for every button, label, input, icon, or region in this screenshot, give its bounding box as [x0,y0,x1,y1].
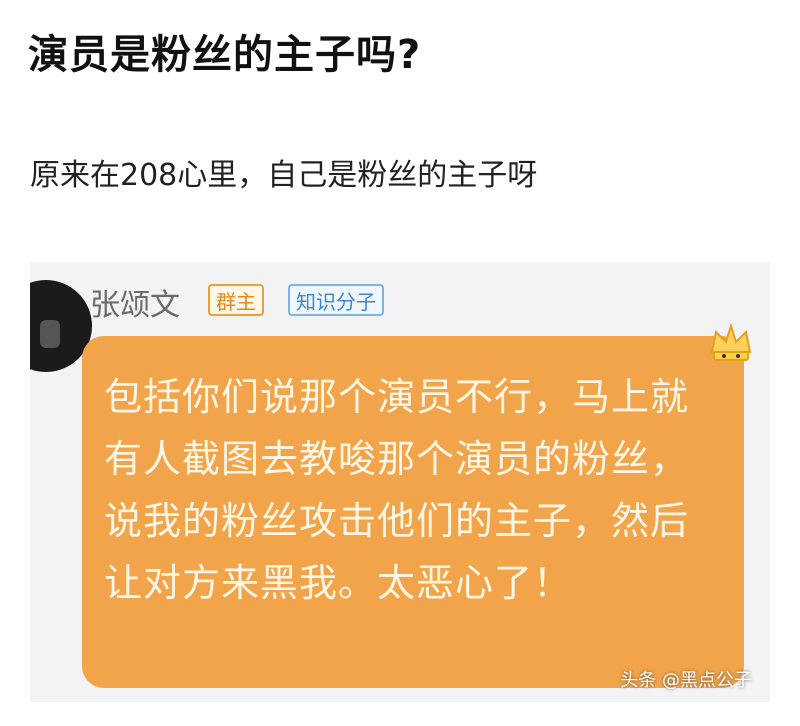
watermark: 头条 @黑点公子 [620,670,752,691]
message-text: 包括你们说那个演员不行，马上就有人截图去教唆那个演员的粉丝，说我的粉丝攻击他们的… [104,375,690,605]
post-title: 演员是粉丝的主子吗? [28,32,422,78]
badge-group-owner: 群主 [208,284,264,316]
chat-screenshot: 张颂文 群主 知识分子 包括你们说那个演员不行，马上就有人截图去教唆那个演员的粉… [30,262,770,702]
sender-name: 张颂文 [90,288,180,323]
post-subtitle: 原来在208心里，自己是粉丝的主子呀 [30,158,538,193]
crown-icon [710,322,752,361]
badge-knowledge: 知识分子 [288,284,384,316]
